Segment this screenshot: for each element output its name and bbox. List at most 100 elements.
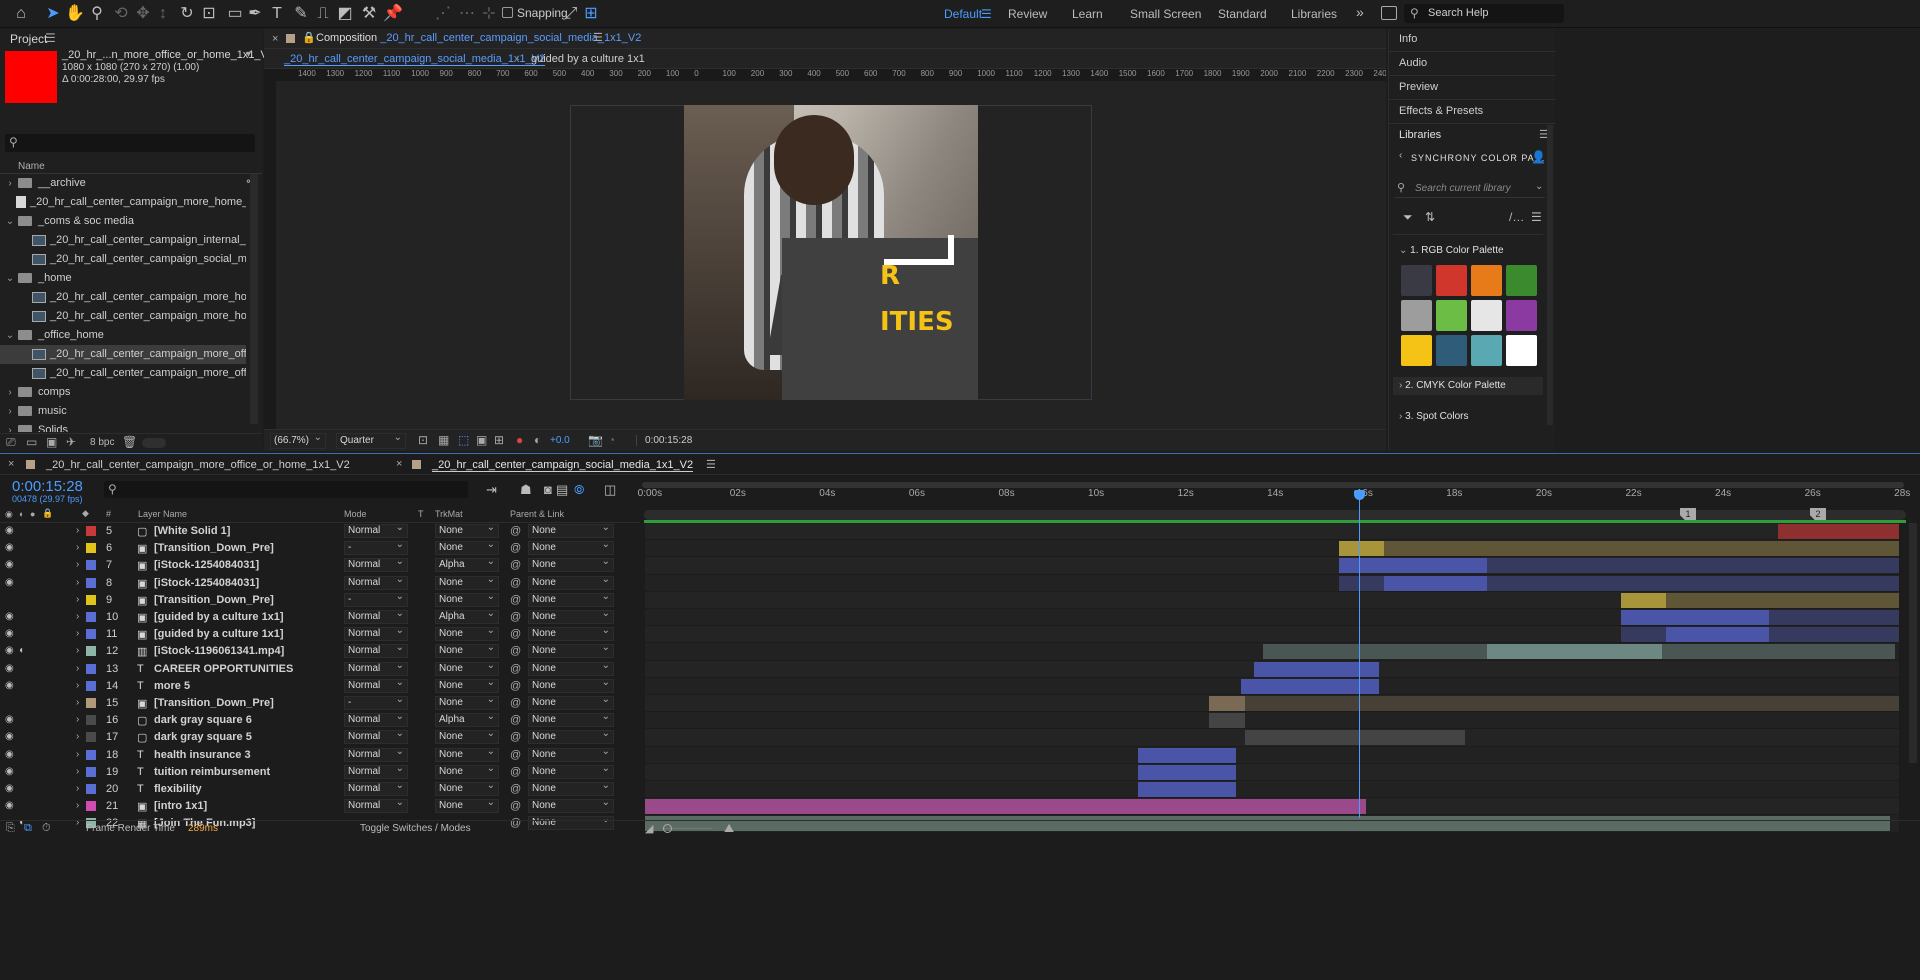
transfer-controls-icon[interactable]: ⧉	[24, 822, 32, 835]
parent-dropdown[interactable]: None	[528, 591, 614, 607]
project-item[interactable]: › comps	[0, 383, 246, 402]
project-item[interactable]: _20_hr_call_center_campaign_more_home_16…	[0, 307, 246, 326]
timeline-scrollbar[interactable]	[1909, 523, 1917, 763]
blend-mode-dropdown[interactable]: Normal	[344, 642, 408, 659]
timeline-layer-row[interactable]: › 15 ▣ [Transition_Down_Pre] - None @ None	[0, 694, 640, 712]
track-matte-dropdown[interactable]: None	[435, 625, 499, 642]
libraries-scrollbar[interactable]	[1547, 125, 1553, 425]
graph-editor-icon[interactable]: ◫	[604, 482, 616, 498]
eye-icon[interactable]: ◉	[5, 577, 14, 588]
parent-dropdown[interactable]: None	[528, 608, 614, 624]
timeline-layer-row[interactable]: ◉ › 13 T CAREER OPPORTUNITIES Normal None @ None	[0, 660, 640, 678]
render-icon[interactable]: ✈	[66, 435, 76, 449]
layer-name[interactable]: [Transition_Down_Pre]	[154, 697, 274, 709]
mask-visibility-icon[interactable]: ⬚	[458, 433, 469, 447]
layer-duration-bar[interactable]	[1621, 610, 1770, 625]
workspace-small-screen[interactable]: Small Screen	[1130, 7, 1201, 21]
layer-duration-bar[interactable]	[1245, 730, 1465, 746]
snapping-checkbox[interactable]	[502, 7, 513, 18]
layer-switches-icon[interactable]: ⎘	[6, 822, 15, 835]
timeline-search-input[interactable]: ⚲	[104, 481, 468, 498]
track-matte-dropdown[interactable]: None	[435, 694, 499, 710]
expand-layer-icon[interactable]: ›	[76, 577, 79, 588]
color-swatch[interactable]	[1436, 265, 1467, 296]
project-item[interactable]: › __archive	[0, 174, 246, 193]
layer-duration-bar[interactable]	[1778, 524, 1899, 539]
timeline-layer-row[interactable]: ◉ › 7 ▣ [iStock-1254084031] Normal Alpha @ None	[0, 556, 640, 574]
track-matte-dropdown[interactable]: None	[435, 591, 499, 607]
layer-label-color[interactable]	[86, 801, 96, 812]
project-item[interactable]: _20_hr_call_center_campaign_more_home_1x…	[0, 193, 246, 212]
zoom-in-icon[interactable]: ⛰	[724, 821, 734, 836]
zoom-slider-handle[interactable]	[663, 824, 672, 833]
track-matte-dropdown[interactable]: None	[435, 780, 499, 796]
workspace-menu-icon[interactable]: ☰	[981, 7, 992, 21]
color-swatch[interactable]	[1401, 265, 1432, 296]
layer-label-color[interactable]	[86, 784, 96, 794]
layer-duration-bar[interactable]	[1666, 627, 1770, 643]
exposure-value[interactable]: +0.0	[550, 435, 570, 446]
effects-presets-tab[interactable]: Effects & Presets	[1399, 101, 1483, 121]
blend-mode-dropdown[interactable]: -	[344, 694, 408, 710]
timeline-tab-social-media[interactable]: _20_hr_call_center_campaign_social_media…	[432, 459, 694, 472]
project-item[interactable]: _20_hr_call_center_campaign_more_office_…	[0, 345, 246, 364]
info-panel-tab[interactable]: Info	[1399, 29, 1417, 49]
parent-dropdown[interactable]: None	[528, 556, 614, 573]
pickwhip-icon[interactable]: @	[510, 783, 521, 795]
blend-mode-dropdown[interactable]: Normal	[344, 728, 408, 745]
eye-icon[interactable]: ◉	[5, 525, 14, 536]
parent-dropdown[interactable]: None	[528, 694, 614, 710]
layer-duration-bar[interactable]	[1769, 627, 1899, 643]
timeline-layer-row[interactable]: ◉ › 20 Tflexibility Normal None @ None	[0, 780, 640, 798]
trash-icon[interactable]: 🗑	[122, 435, 137, 449]
preview-panel-tab[interactable]: Preview	[1399, 77, 1438, 97]
bit-depth-button[interactable]: 8 bpc	[90, 437, 114, 448]
eye-icon[interactable]: ◉	[5, 611, 14, 622]
pan-tool-icon[interactable]: ✥	[132, 3, 154, 25]
eye-icon[interactable]: ◉	[5, 800, 14, 811]
project-item[interactable]: › Solids	[0, 421, 246, 432]
timeline-layer-row[interactable]: ◉ › 16 ▢ dark gray square 6 Normal Alpha @ None	[0, 711, 640, 729]
timeline-layer-row[interactable]: ◉ › 11 ▣ [guided by a culture 1x1] Normal None…	[0, 625, 640, 643]
pickwhip-icon[interactable]: @	[510, 628, 521, 640]
layer-duration-bar[interactable]	[1339, 558, 1487, 574]
pickwhip-icon[interactable]: @	[510, 577, 521, 589]
motion-blur-icon[interactable]: ⦾	[574, 482, 584, 498]
blend-mode-dropdown[interactable]: Normal	[344, 574, 408, 590]
workspace-review[interactable]: Review	[1008, 7, 1047, 21]
grid-guides-icon[interactable]: ⊞	[494, 433, 504, 447]
eye-icon[interactable]: ◉	[5, 645, 14, 656]
align-icon[interactable]: ⋰	[432, 3, 454, 25]
blend-mode-dropdown[interactable]: Normal	[344, 746, 408, 762]
library-name[interactable]: SYNCHRONY COLOR PA...	[1411, 153, 1545, 163]
pickwhip-icon[interactable]: @	[510, 663, 521, 675]
snap-edges-icon[interactable]: ⤢	[560, 3, 582, 25]
layer-label-color[interactable]	[86, 715, 96, 726]
zoom-tool-icon[interactable]: ⚲	[86, 3, 108, 25]
layer-name[interactable]: [intro 1x1]	[154, 800, 207, 812]
item-dropdown-icon[interactable]: ▾	[246, 49, 251, 60]
pickwhip-icon[interactable]: @	[510, 645, 521, 657]
blend-mode-dropdown[interactable]: Normal	[344, 780, 408, 796]
expand-layer-icon[interactable]: ›	[76, 800, 79, 811]
eraser-tool-icon[interactable]: ◩	[334, 3, 356, 25]
tab-menu-icon[interactable]: ☰	[706, 458, 716, 471]
timeline-layer-row[interactable]: ◉ › 6 ▣ [Transition_Down_Pre] - None @ None	[0, 539, 640, 557]
mode-column-header[interactable]: Mode	[344, 509, 367, 519]
layer-duration-bar[interactable]	[1383, 575, 1487, 591]
layer-name[interactable]: [iStock-1254084031]	[154, 559, 259, 571]
timeline-layer-row[interactable]: ◉ ◖ › 12 ▥ [iStock-1196061341.mp4] Normal None @…	[0, 642, 640, 660]
region-of-interest-icon[interactable]: ▣	[476, 433, 487, 447]
more-workspaces-icon[interactable]: »	[1356, 4, 1364, 20]
dolly-tool-icon[interactable]: ↕	[152, 3, 174, 25]
parent-dropdown[interactable]: None	[528, 625, 614, 642]
timeline-layer-row[interactable]: ◉ › 19 Ttuition reimbursement Normal None @ Non…	[0, 763, 640, 781]
orbit-tool-icon[interactable]: ⟲	[110, 3, 132, 25]
layer-name[interactable]: [iStock-1196061341.mp4]	[154, 645, 284, 657]
project-item[interactable]: _20_hr_call_center_campaign_social_media…	[0, 250, 246, 269]
project-search-input[interactable]: ⚲	[5, 134, 255, 152]
snap-features-icon[interactable]: ⊞	[580, 3, 602, 25]
project-item[interactable]: ⌄ _coms & soc media	[0, 212, 246, 231]
pickwhip-icon[interactable]: @	[510, 714, 521, 726]
shy-layers-icon[interactable]: ◙	[544, 482, 552, 497]
